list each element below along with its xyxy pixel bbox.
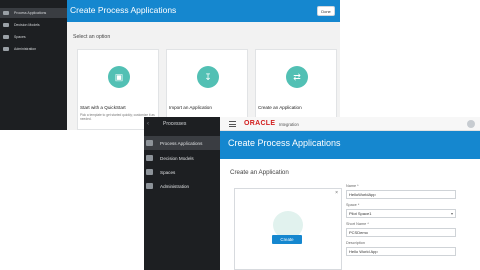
monitor-icon: ▣ bbox=[108, 66, 130, 88]
card-title: Start with a QuickStart bbox=[80, 105, 126, 110]
sidebar-item-decision-models[interactable]: Decision Models bbox=[144, 151, 220, 165]
sidebar-item-spaces[interactable]: Spaces bbox=[144, 165, 220, 179]
sidebar-item-label: Administration bbox=[14, 47, 37, 51]
name-field[interactable]: HelloWorldApp bbox=[346, 190, 456, 199]
menu-back-icon: ‹ bbox=[147, 121, 149, 127]
front-sidebar: ‹ Processes Process Applications Decisio… bbox=[144, 117, 220, 270]
share-icon: ⇄ bbox=[286, 66, 308, 88]
back-sidebar-item-decision-models[interactable]: Decision Models bbox=[0, 20, 67, 30]
create-button[interactable]: Create bbox=[272, 235, 302, 244]
avatar[interactable] bbox=[467, 120, 475, 128]
back-sidebar-item-process-applications[interactable]: Process Applications bbox=[0, 8, 67, 18]
sidebar-item-label: Decision Models bbox=[160, 155, 194, 161]
sidebar-item-process-applications[interactable]: Process Applications bbox=[144, 136, 220, 150]
grid-icon bbox=[3, 23, 9, 27]
folder-icon bbox=[146, 169, 153, 175]
section-heading: Create an Application bbox=[230, 169, 289, 176]
oracle-logo: ORACLE bbox=[244, 120, 276, 127]
front-window: ‹ Processes Process Applications Decisio… bbox=[144, 117, 480, 270]
apps-icon bbox=[3, 11, 9, 15]
create-application-card: × Create bbox=[234, 188, 342, 270]
gear-icon bbox=[3, 47, 9, 51]
name-field-label: Name * bbox=[346, 184, 359, 188]
short-name-field[interactable]: PCSDemo bbox=[346, 228, 456, 237]
name-field-value: HelloWorldApp bbox=[349, 192, 376, 197]
brand-label: Processes bbox=[163, 121, 187, 127]
sidebar-item-administration[interactable]: Administration bbox=[144, 179, 220, 193]
folder-icon bbox=[3, 35, 9, 39]
product-name: Integration bbox=[279, 122, 299, 127]
page-title: Create Process Applications bbox=[228, 138, 341, 148]
sidebar-item-label: Process Applications bbox=[160, 140, 203, 146]
short-name-field-label: Short Name * bbox=[346, 222, 369, 226]
gear-icon bbox=[146, 183, 153, 189]
sidebar-item-label: Decision Models bbox=[14, 23, 40, 27]
sidebar-item-label: Spaces bbox=[160, 169, 176, 175]
sidebar-item-label: Spaces bbox=[14, 35, 26, 39]
back-subheading: Select an option bbox=[73, 34, 111, 40]
space-select-value: Pilot Space1 bbox=[349, 211, 372, 216]
description-field[interactable]: Hello World App bbox=[346, 247, 456, 256]
space-select[interactable]: Pilot Space1 ▾ bbox=[346, 209, 456, 218]
back-window: Process Applications Decision Models Spa… bbox=[0, 0, 340, 130]
back-header-bar: Create Process Applications Done bbox=[67, 0, 340, 22]
back-sidebar-item-spaces[interactable]: Spaces bbox=[0, 32, 67, 42]
back-sidebar: Process Applications Decision Models Spa… bbox=[0, 0, 67, 130]
space-field-label: Space * bbox=[346, 203, 360, 207]
back-sidebar-item-administration[interactable]: Administration bbox=[0, 44, 67, 54]
grid-icon bbox=[146, 155, 153, 161]
application-form: Name * HelloWorldApp Space * Pilot Space… bbox=[344, 183, 480, 270]
close-icon[interactable]: × bbox=[335, 190, 338, 196]
card-title: Import an Application bbox=[169, 105, 212, 110]
back-page-title: Create Process Applications bbox=[70, 5, 177, 15]
page-header: Create Process Applications bbox=[220, 131, 480, 159]
description-field-label: Description bbox=[346, 241, 365, 245]
short-name-field-value: PCSDemo bbox=[349, 230, 368, 235]
download-icon: ↧ bbox=[197, 66, 219, 88]
sidebar-item-label: Administration bbox=[160, 183, 190, 189]
sidebar-item-label: Process Applications bbox=[14, 11, 47, 15]
processes-brand[interactable]: ‹ Processes bbox=[144, 117, 220, 131]
done-button[interactable]: Done bbox=[317, 6, 335, 16]
card-title: Create an Application bbox=[258, 105, 302, 110]
hamburger-menu-icon[interactable] bbox=[229, 121, 236, 127]
chevron-down-icon: ▾ bbox=[450, 211, 453, 216]
apps-icon bbox=[146, 140, 153, 146]
top-nav-bar: ORACLE Integration bbox=[220, 117, 480, 131]
description-field-value: Hello World App bbox=[349, 249, 378, 254]
